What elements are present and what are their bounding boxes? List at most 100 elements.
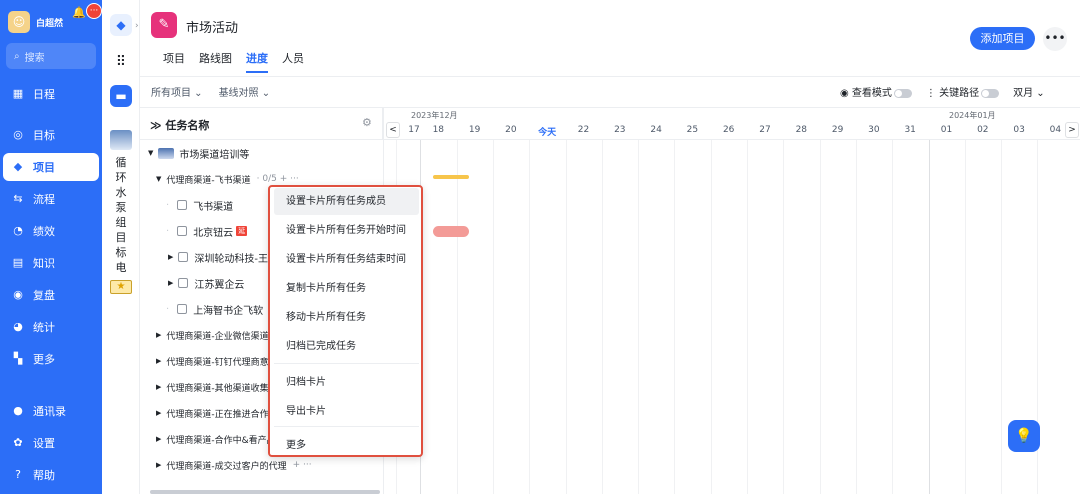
gantt-gridline — [456, 140, 458, 494]
sidebar-item-label: 通讯录 — [33, 405, 66, 418]
task-name[interactable]: 市场渠道培训等 — [179, 146, 249, 161]
critical-path-toggle[interactable]: ⋮ 关键路径 — [926, 84, 1000, 99]
task-name[interactable]: 代理商渠道-成交过客户的代理 — [166, 459, 286, 472]
menu-item[interactable]: 复制卡片所有任务 — [274, 275, 419, 302]
sidebar-search[interactable]: ⌕ 搜索 — [6, 43, 96, 69]
menu-item[interactable]: 归档卡片 — [274, 369, 419, 396]
menu-item[interactable]: 移动卡片所有任务 — [274, 304, 419, 331]
gantt-day: 30 — [868, 125, 880, 135]
vertical-project-name[interactable]: 循环水泵组目标电 — [115, 155, 127, 275]
gantt-gridline — [674, 140, 676, 494]
task-checkbox[interactable] — [177, 226, 188, 236]
chevron-right-icon[interactable]: › — [135, 21, 139, 31]
more-options-button[interactable]: ••• — [1043, 27, 1067, 51]
task-checkbox[interactable] — [177, 304, 188, 314]
task-checkbox[interactable] — [178, 252, 189, 262]
project-icon: ✎ — [151, 12, 177, 38]
expand-toggle-icon[interactable]: ▼ — [148, 149, 153, 157]
expand-toggle-icon[interactable]: ▶ — [156, 435, 161, 443]
critical-path-switch[interactable] — [981, 88, 1000, 98]
menu-item[interactable]: 设置卡片所有任务结束时间 — [274, 246, 419, 273]
period-dropdown[interactable]: 双月 ⌄ — [1013, 84, 1045, 99]
task-name[interactable]: 代理商渠道-正在推进合作 — [166, 407, 268, 420]
sidebar-item-settings[interactable]: ✿ 设置 — [3, 429, 99, 457]
expand-toggle-icon[interactable]: ▶ — [156, 409, 161, 417]
cube-icon[interactable]: ◆ — [110, 14, 132, 36]
sidebar-item-review[interactable]: ◉ 复盘 — [3, 281, 99, 309]
task-name[interactable]: 代理商渠道-钉钉代理商意 — [166, 355, 268, 368]
task-name[interactable]: 代理商渠道-飞书渠道 — [166, 173, 250, 186]
critical-path-label: 关键路径 — [939, 88, 980, 99]
expand-toggle-icon[interactable]: ▶ — [156, 461, 161, 469]
sidebar-item-calendar[interactable]: ▦ 日程 — [3, 80, 99, 108]
lightbulb-icon[interactable]: 💡 — [1008, 420, 1040, 452]
tab-3[interactable]: 人员 — [282, 50, 304, 73]
menu-item[interactable]: 更多 — [274, 432, 419, 459]
expand-toggle-icon[interactable]: ▼ — [156, 175, 161, 183]
sidebar-item-book[interactable]: ▤ 知识 — [3, 249, 99, 277]
baseline-dropdown[interactable]: 基线对照 ⌄ — [219, 84, 271, 99]
menu-item[interactable]: 设置卡片所有任务成员 — [274, 188, 419, 215]
collapse-all-icon[interactable]: ≫ — [150, 119, 165, 132]
gantt-day: 26 — [722, 125, 735, 135]
sidebar-item-chart[interactable]: ◔ 绩效 — [3, 217, 99, 245]
row-actions[interactable]: · 0/5 + ··· — [257, 174, 299, 184]
gantt-bar[interactable] — [433, 175, 469, 179]
gantt-day: 01 — [940, 125, 953, 135]
task-name[interactable]: 代理商渠道-合作中&看产品 — [166, 433, 275, 446]
project-thumbnail[interactable] — [110, 130, 132, 150]
sidebar-item-label: 目标 — [33, 129, 55, 142]
sidebar-item-label: 流程 — [33, 193, 55, 206]
expand-toggle-icon[interactable]: ▶ — [168, 279, 173, 287]
sidebar-item-target[interactable]: ◎ 目标 — [3, 121, 99, 149]
tab-0[interactable]: 项目 — [163, 50, 185, 73]
task-checkbox[interactable] — [178, 278, 189, 288]
task-name[interactable]: 江苏翼企云 — [194, 276, 244, 291]
expand-toggle-icon[interactable]: ▶ — [156, 357, 161, 365]
sidebar-item-contacts[interactable]: ● 通讯录 — [3, 397, 99, 425]
view-mode-toggle[interactable]: ◉ 查看模式 — [840, 84, 912, 99]
tab-1[interactable]: 路线图 — [199, 50, 232, 73]
sidebar-item-label: 更多 — [33, 353, 55, 366]
sidebar-item-help[interactable]: ? 帮助 — [3, 461, 99, 489]
menu-item[interactable]: 归档已完成任务 — [274, 333, 419, 360]
add-project-button[interactable]: 添加项目 — [970, 27, 1035, 50]
star-icon[interactable]: ★ — [110, 280, 132, 294]
horizontal-scrollbar[interactable] — [150, 490, 380, 494]
task-name[interactable]: 上海智书企飞软 — [193, 302, 263, 317]
menu-item[interactable]: 设置卡片所有任务开始时间 — [274, 217, 419, 244]
search-icon: ⌕ — [14, 50, 20, 62]
task-checkbox[interactable] — [177, 200, 188, 210]
apps-grid-icon[interactable]: ⠿ — [110, 51, 132, 73]
bullet-icon: · — [166, 199, 170, 211]
expand-toggle-icon[interactable]: ▶ — [168, 253, 173, 261]
task-name[interactable]: 飞书渠道 — [193, 198, 233, 213]
sidebar-item-pie[interactable]: ◕ 统计 — [3, 313, 99, 341]
sidebar-item-cube[interactable]: ◆ 项目 — [3, 153, 99, 181]
sidebar-item-grid[interactable]: ▚ 更多 — [3, 345, 99, 373]
menu-item[interactable]: 导出卡片 — [274, 398, 419, 425]
all-projects-dropdown[interactable]: 所有项目 ⌄ — [151, 84, 203, 99]
view-mode-switch[interactable] — [893, 88, 912, 98]
expand-toggle-icon[interactable]: ▶ — [156, 383, 161, 391]
gantt-day: 24 — [650, 125, 662, 135]
gear-icon[interactable]: ⚙ — [362, 116, 372, 129]
sidebar-item-flow[interactable]: ⇆ 流程 — [3, 185, 99, 213]
tab-2[interactable]: 进度 — [246, 50, 268, 73]
review-icon: ◉ — [13, 288, 23, 301]
gantt-gridline — [819, 140, 821, 494]
task-name[interactable]: 深圳轮动科技-王 — [194, 250, 268, 265]
task-name[interactable]: 代理商渠道-其他渠道收集 — [166, 381, 268, 394]
notification-badge[interactable]: ··· — [86, 3, 102, 19]
expand-toggle-icon[interactable]: ▶ — [156, 331, 161, 339]
gantt-header: 2023年12月 2024年01月 < > 17 18 19 20 今天 22 23 24 25… — [384, 108, 1080, 140]
task-name-column[interactable]: ≫ 任务名称 — [150, 117, 209, 133]
task-name[interactable]: 北京钮云 — [193, 224, 233, 239]
folder-icon[interactable]: ▬ — [110, 85, 132, 107]
sidebar-item-label: 项目 — [33, 161, 55, 174]
task-row[interactable]: ▼ 市场渠道培训等 — [140, 140, 383, 166]
row-actions[interactable]: + ··· — [293, 460, 312, 470]
gantt-bar-delayed[interactable] — [433, 226, 469, 237]
task-name[interactable]: 代理商渠道-企业微信渠道 — [166, 329, 268, 342]
avatar[interactable]: ☺ — [8, 11, 30, 33]
